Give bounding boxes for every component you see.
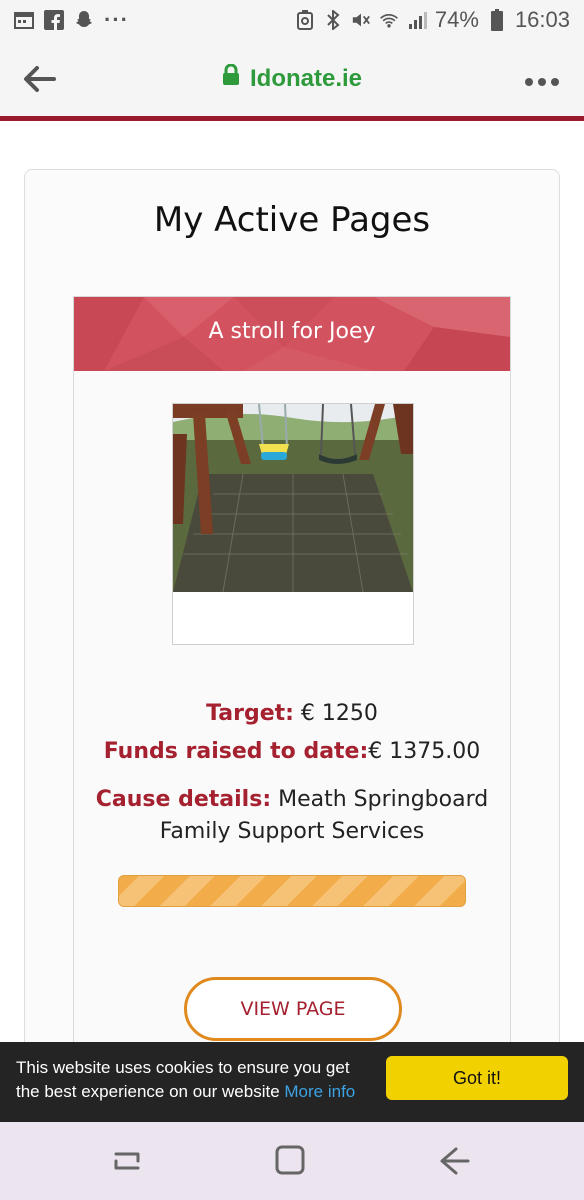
system-nav-bar: [0, 1122, 584, 1200]
cause-value: Meath Springboard: [271, 787, 489, 812]
cause-value-continued: Family Support Services: [159, 819, 425, 844]
card-header: A stroll for Joey: [74, 297, 510, 371]
clock: 16:03: [514, 7, 570, 32]
cause-line: Cause details: Meath Springboard: [74, 787, 510, 812]
bluetooth-icon: [323, 10, 343, 30]
more-info-link[interactable]: More info: [284, 1082, 355, 1101]
facebook-icon: [44, 10, 64, 30]
swing-set-image: [173, 404, 413, 592]
status-bar: ··· 74% 16:03: [0, 0, 584, 40]
more-notifications: ···: [104, 7, 129, 32]
campaign-photo[interactable]: [172, 403, 414, 645]
battery-percent: 74%: [434, 7, 479, 32]
address-bar[interactable]: Idonate.ie: [0, 63, 584, 93]
cause-label: Cause details:: [95, 787, 272, 812]
target-line: Target: € 1250: [74, 701, 510, 726]
recent-apps-icon[interactable]: [108, 1144, 148, 1178]
lock-icon: [222, 63, 240, 93]
target-label: Target:: [206, 701, 294, 726]
funds-value: € 1375.00: [368, 739, 481, 764]
mute-icon: [351, 10, 371, 30]
calendar-icon: [14, 10, 34, 30]
card-title: A stroll for Joey: [208, 319, 376, 344]
page-title: My Active Pages: [153, 200, 431, 240]
wifi-icon: [379, 10, 399, 30]
cookie-message: This website uses cookies to ensure you …: [16, 1056, 376, 1104]
overflow-menu-icon[interactable]: [524, 74, 560, 86]
signal-icon: [407, 10, 427, 30]
view-page-button[interactable]: VIEW PAGE: [184, 977, 402, 1041]
funding-progress-bar: [118, 875, 466, 907]
got-it-button[interactable]: Got it!: [386, 1056, 568, 1100]
progress-fill: [119, 876, 465, 906]
recycle-icon: [295, 10, 315, 30]
funds-label: Funds raised to date:: [103, 739, 369, 764]
cookie-banner: This website uses cookies to ensure you …: [0, 1042, 584, 1122]
browser-toolbar: Idonate.ie: [0, 40, 584, 118]
active-pages-panel: My Active Pages A stroll for Joey Target…: [24, 169, 560, 1121]
target-value: € 1250: [293, 701, 378, 726]
home-icon[interactable]: [270, 1144, 310, 1178]
snapchat-icon: [74, 10, 94, 30]
back-icon[interactable]: [434, 1144, 474, 1178]
fundraiser-card: A stroll for Joey Target: € 1250 Funds r…: [73, 296, 511, 1121]
funds-line: Funds raised to date:€ 1375.00: [74, 739, 510, 764]
page-content: My Active Pages A stroll for Joey Target…: [0, 121, 584, 1121]
url-text: Idonate.ie: [249, 64, 363, 92]
cause-line-2: Family Support Services: [74, 819, 510, 844]
battery-icon: [487, 9, 507, 31]
